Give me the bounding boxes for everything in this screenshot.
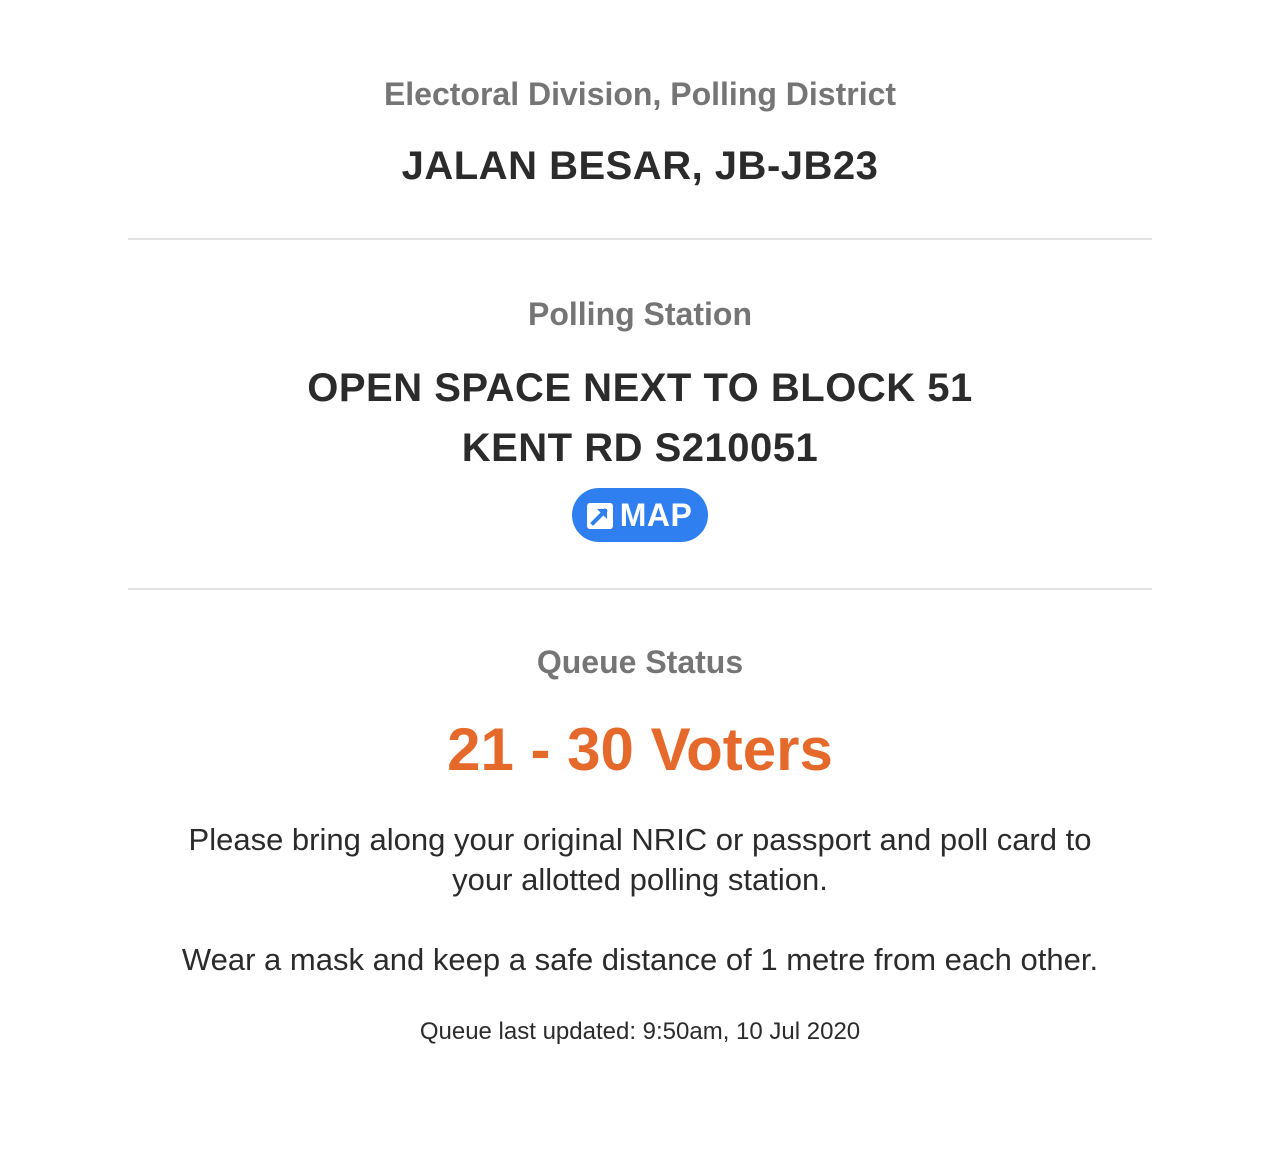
queue-last-updated: Queue last updated: 9:50am, 10 Jul 2020 <box>419 1018 861 1045</box>
electoral-division-label: Electoral Division, Polling District <box>383 76 897 112</box>
queue-status-label: Queue Status <box>536 644 744 680</box>
polling-station-address-line2: KENT RD S210051 <box>461 426 819 470</box>
polling-station-address: OPEN SPACE NEXT TO BLOCK 51 KENT RD S210… <box>128 358 1152 478</box>
electoral-division-value: JALAN BESAR, JB-JB23 <box>401 144 879 188</box>
polling-station-address-line1: OPEN SPACE NEXT TO BLOCK 51 <box>307 366 973 410</box>
polling-station-section: Polling Station OPEN SPACE NEXT TO BLOCK… <box>128 240 1152 542</box>
queue-status-section: Queue Status 21 - 30 Voters Please bring… <box>128 590 1152 1048</box>
queue-status-value: 21 - 30 Voters <box>447 716 833 783</box>
external-link-icon <box>586 501 614 529</box>
polling-info-page: Electoral Division, Polling District JAL… <box>0 0 1280 1156</box>
electoral-division-section: Electoral Division, Polling District JAL… <box>128 0 1152 196</box>
polling-station-label: Polling Station <box>528 296 752 332</box>
bring-documents-note: Please bring along your original NRIC or… <box>188 822 1092 897</box>
mask-distance-note: Wear a mask and keep a safe distance of … <box>181 942 1099 977</box>
map-button-label: MAP <box>619 496 693 533</box>
map-button[interactable]: MAP <box>571 488 709 542</box>
